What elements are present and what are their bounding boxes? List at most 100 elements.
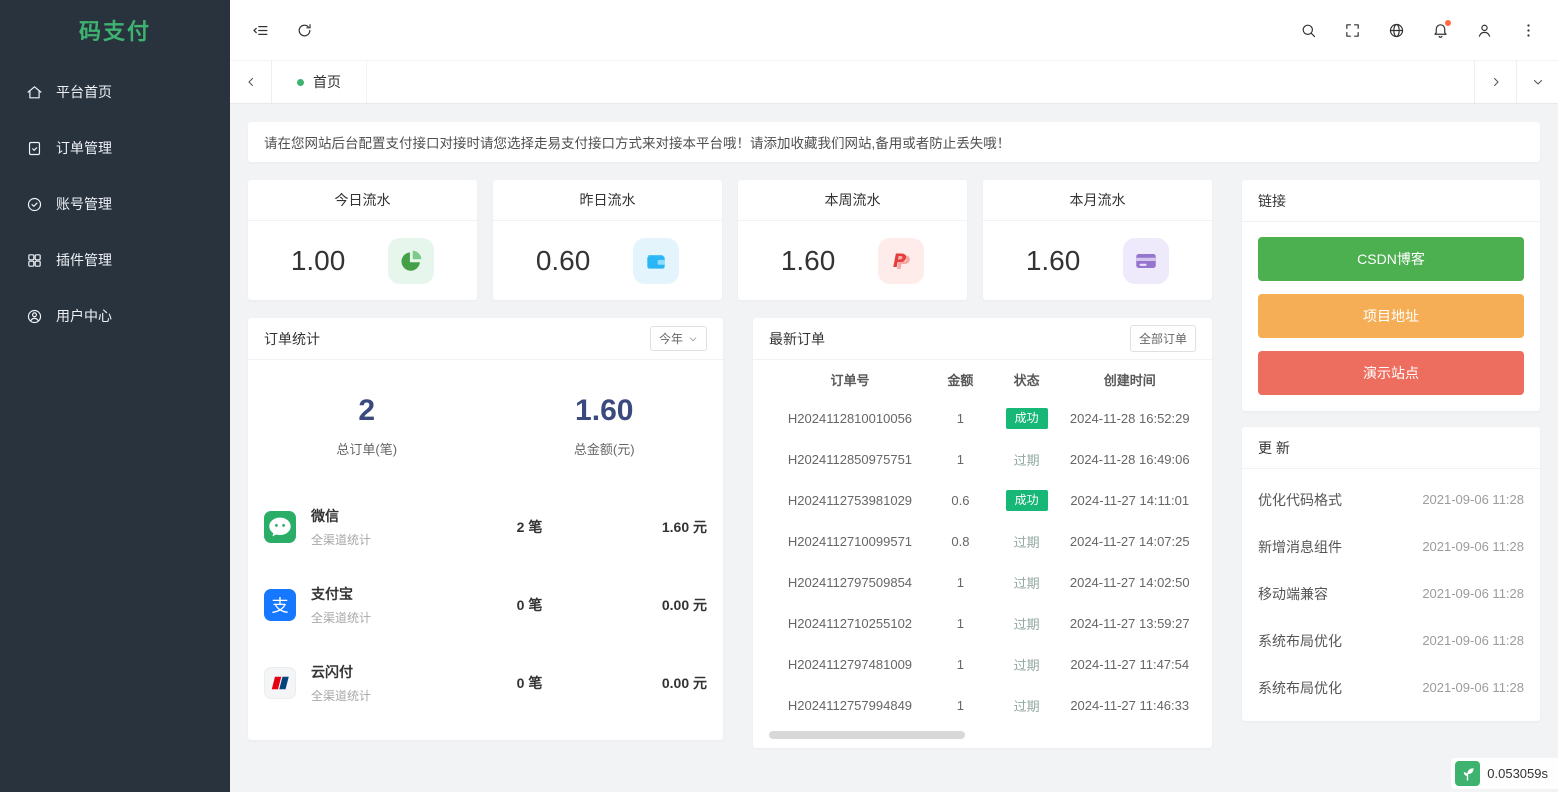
order-stats-title: 订单统计 — [264, 329, 320, 349]
channel-name: 支付宝 — [311, 584, 472, 604]
alipay-icon: 支 — [264, 589, 296, 621]
list-item: 新增消息组件 2021-09-06 11:28 — [1258, 523, 1524, 570]
links-title: 链接 — [1258, 191, 1286, 211]
app-root: 码支付 平台首页 订单管理 账号管理 — [0, 0, 1558, 792]
refresh-icon — [296, 22, 313, 39]
table-row: H2024112710099571 0.8 过期 2024-11-27 14:0… — [769, 521, 1196, 562]
order-time: 2024-11-27 13:59:27 — [1063, 616, 1196, 631]
total-orders-label: 总订单(笔) — [248, 439, 486, 458]
stat-card-week: 本周流水 1.60 PP — [738, 180, 967, 300]
stat-title: 本月流水 — [983, 180, 1212, 221]
order-id: H2024112710099571 — [769, 534, 931, 549]
menu-fold-icon — [252, 22, 269, 39]
year-filter-value: 今年 — [659, 330, 683, 347]
tab-scroll-right-button[interactable] — [1474, 61, 1516, 103]
table-row: H2024112810010056 1 成功 2024-11-28 16:52:… — [769, 398, 1196, 439]
render-time-text: 0.053059s — [1487, 766, 1548, 781]
sidebar-item-orders[interactable]: 订单管理 — [0, 120, 230, 176]
person-icon — [1476, 22, 1493, 39]
order-status: 成功 — [990, 490, 1064, 512]
order-time: 2024-11-27 11:47:54 — [1063, 657, 1196, 672]
sidebar-item-accounts[interactable]: 账号管理 — [0, 176, 230, 232]
stats-row: 今日流水 1.00 昨日流水 0.60 — [248, 180, 1212, 300]
update-label: 移动端兼容 — [1258, 584, 1328, 604]
home-icon — [26, 84, 43, 101]
search-icon — [1300, 22, 1317, 39]
sidebar-toggle-button[interactable] — [238, 0, 282, 60]
orders-table: 订单号 金额 状态 创建时间 H2024112810010056 1 成功 20 — [753, 360, 1212, 726]
order-status: 成功 — [990, 408, 1064, 430]
more-button[interactable] — [1506, 0, 1550, 60]
links-card: 链接 CSDN博客 项目地址 演示站点 — [1242, 180, 1540, 411]
order-amount: 1 — [931, 411, 990, 426]
order-amount: 1 — [931, 698, 990, 713]
wallet-icon — [633, 238, 679, 284]
stat-card-yesterday: 昨日流水 0.60 — [493, 180, 722, 300]
scrollbar-thumb[interactable] — [769, 731, 965, 739]
all-orders-button[interactable]: 全部订单 — [1130, 325, 1196, 352]
order-time: 2024-11-27 14:11:01 — [1063, 493, 1196, 508]
list-item: 优化代码格式 2021-09-06 11:28 — [1258, 476, 1524, 523]
sidebar: 码支付 平台首页 订单管理 账号管理 — [0, 0, 230, 792]
order-time: 2024-11-27 14:07:25 — [1063, 534, 1196, 549]
order-status: 过期 — [990, 655, 1064, 674]
tab-home[interactable]: 首页 — [272, 61, 367, 103]
channel-name: 云闪付 — [311, 662, 472, 682]
wechat-icon — [264, 511, 296, 543]
tab-spacer — [367, 61, 1474, 103]
left-column: 今日流水 1.00 昨日流水 0.60 — [248, 180, 1212, 748]
status-text: 过期 — [1014, 535, 1040, 550]
col-created: 创建时间 — [1063, 370, 1196, 389]
notification-button[interactable] — [1418, 0, 1462, 60]
year-filter-select[interactable]: 今年 — [650, 326, 707, 351]
sidebar-item-user-center[interactable]: 用户中心 — [0, 288, 230, 344]
order-id: H2024112753981029 — [769, 493, 931, 508]
col-amount: 金额 — [931, 370, 990, 389]
tab-menu-button[interactable] — [1516, 61, 1558, 103]
tab-scroll-left-button[interactable] — [230, 61, 272, 103]
demo-site-button[interactable]: 演示站点 — [1258, 351, 1524, 395]
sidebar-item-plugins[interactable]: 插件管理 — [0, 232, 230, 288]
more-vertical-icon — [1520, 22, 1537, 39]
order-status: 过期 — [990, 696, 1064, 715]
status-text: 过期 — [1014, 658, 1040, 673]
user-menu-button[interactable] — [1462, 0, 1506, 60]
table-row: H2024112753981029 0.6 成功 2024-11-27 14:1… — [769, 480, 1196, 521]
status-text: 过期 — [1014, 699, 1040, 714]
globe-icon — [1388, 22, 1405, 39]
sidebar-item-label: 账号管理 — [56, 194, 112, 214]
order-stats-card: 订单统计 今年 2 总订单(笔) — [248, 318, 723, 740]
table-row: H2024112757994849 1 过期 2024-11-27 11:46:… — [769, 685, 1196, 726]
channel-amount: 0.00 元 — [587, 595, 707, 615]
fullscreen-icon — [1344, 22, 1361, 39]
channel-amount: 1.60 元 — [587, 517, 707, 537]
status-text: 过期 — [1014, 453, 1040, 468]
sidebar-item-home[interactable]: 平台首页 — [0, 64, 230, 120]
update-date: 2021-09-06 11:28 — [1422, 680, 1524, 695]
language-button[interactable] — [1374, 0, 1418, 60]
paypal-icon: PP — [878, 238, 924, 284]
project-url-button[interactable]: 项目地址 — [1258, 294, 1524, 338]
stat-value: 1.60 — [1026, 245, 1081, 277]
user-icon — [26, 308, 43, 325]
account-icon — [26, 196, 43, 213]
order-time: 2024-11-27 11:46:33 — [1063, 698, 1196, 713]
refresh-button[interactable] — [282, 0, 326, 60]
stat-value: 0.60 — [536, 245, 591, 277]
chevron-right-icon — [1489, 75, 1503, 89]
fullscreen-button[interactable] — [1330, 0, 1374, 60]
update-date: 2021-09-06 11:28 — [1422, 586, 1524, 601]
channel-count: 2 笔 — [472, 517, 587, 537]
stat-title: 昨日流水 — [493, 180, 722, 221]
csdn-blog-button[interactable]: CSDN博客 — [1258, 237, 1524, 281]
stat-title: 本周流水 — [738, 180, 967, 221]
stat-card-today: 今日流水 1.00 — [248, 180, 477, 300]
channel-sub: 全渠道统计 — [311, 531, 472, 548]
search-button[interactable] — [1286, 0, 1330, 60]
table-row: H2024112850975751 1 过期 2024-11-28 16:49:… — [769, 439, 1196, 480]
unionpay-icon — [264, 667, 296, 699]
col-status: 状态 — [990, 370, 1064, 389]
topbar-actions — [1286, 0, 1550, 60]
right-column: 链接 CSDN博客 项目地址 演示站点 更 新 — [1242, 180, 1540, 748]
order-amount: 0.8 — [931, 534, 990, 549]
